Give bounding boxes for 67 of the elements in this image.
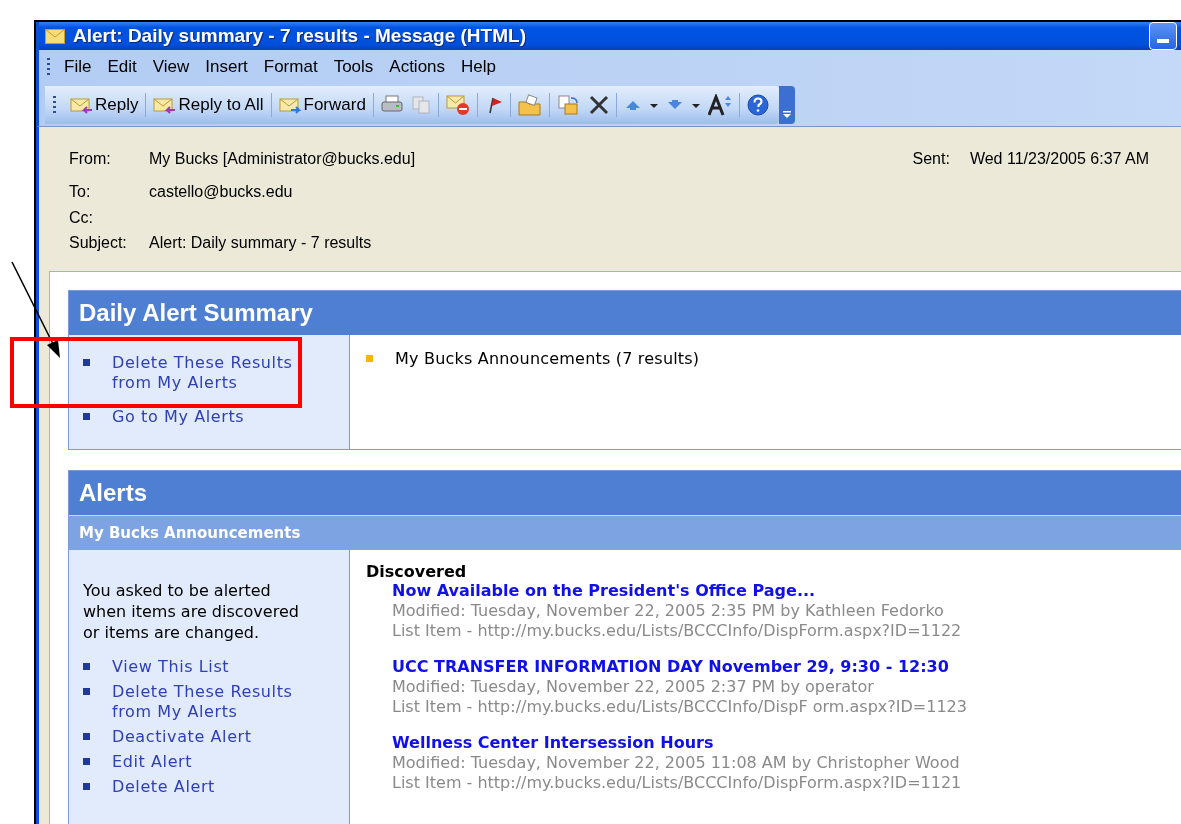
minimize-button[interactable] [1149, 22, 1177, 50]
bullet-icon [83, 413, 90, 420]
bullet-icon [83, 783, 90, 790]
alert-link[interactable]: Delete These Results from My Alerts [112, 353, 298, 393]
result-modified: Modified: Tuesday, November 22, 2005 2:35 PM by Kathleen Fedorko [392, 601, 945, 621]
result-link[interactable]: UCC TRANSFER INFORMATION DAY November 29, 9:30 - 12:30 [392, 657, 1181, 677]
alert-link[interactable]: Go to My Alerts [112, 407, 298, 427]
field-value: Alert: Daily summary - 7 results [149, 233, 373, 253]
menu-item[interactable]: File [60, 57, 104, 77]
reply-button[interactable]: Reply [66, 90, 143, 120]
replyall-button[interactable]: Reply to All [149, 90, 268, 120]
field-label: From: [69, 149, 112, 169]
result-modified: Modified: Tuesday, November 22, 2005 2:37 PM by operator [392, 677, 875, 697]
field-value: castello@bucks.edu [149, 182, 294, 202]
clipboard-icon [556, 94, 581, 116]
panel-subtitle: My Bucks Announcements [69, 515, 1181, 550]
alert-link[interactable]: View This List [112, 657, 298, 677]
field-label: Subject: [69, 233, 128, 253]
bullet-icon [83, 733, 90, 740]
field-label: To: [69, 182, 92, 202]
result-modified: Modified: Tuesday, November 22, 2005 11:08 AM by Christopher Wood [392, 753, 961, 773]
envelope-block-icon [445, 94, 470, 116]
field-label: Cc: [69, 208, 94, 228]
bullet-icon [83, 688, 90, 695]
result-url: List Item - http://my.bucks.edu/Lists/BCCCInfo/DispForm.aspx?ID=1121 [392, 773, 963, 793]
toolbar-options-button[interactable] [778, 86, 795, 124]
summary-item: My Bucks Announcements (7 results) [395, 349, 700, 369]
minimize-icon [1157, 39, 1169, 43]
menu-item[interactable]: Insert [201, 57, 260, 77]
menu-item[interactable]: Help [457, 57, 509, 77]
field-label: Sent: [912, 149, 950, 169]
folder-icon [517, 94, 542, 116]
window-title: Alert: Daily summary - 7 results - Message (HTML) [73, 25, 527, 47]
close-icon [588, 95, 609, 115]
help-icon [746, 94, 769, 116]
field-value: My Bucks [Administrator@bucks.edu] [149, 149, 417, 169]
alert-link[interactable]: Delete These Results from My Alerts [112, 682, 298, 722]
forward-icon [278, 96, 301, 114]
bullet-icon [83, 359, 90, 366]
result-url: List Item - http://my.bucks.edu/Lists/BCCCInfo/DispForm.aspx?ID=1122 [392, 621, 963, 641]
alert-link[interactable]: Delete Alert [112, 777, 298, 797]
reply-all-icon [153, 96, 176, 114]
menu-item[interactable]: Actions [385, 57, 458, 77]
result-link[interactable]: Wellness Center Intersession Hours [392, 733, 1181, 753]
bullet-icon [83, 758, 90, 765]
forward-button[interactable]: Forward [274, 90, 370, 120]
alert-link[interactable]: Deactivate Alert [112, 727, 298, 747]
chevron-icon [782, 111, 791, 119]
copy-icon [410, 95, 431, 115]
bullet-icon [83, 663, 90, 670]
panel-title: Daily Alert Summary [69, 291, 1181, 335]
bullet-icon [366, 355, 373, 362]
field-value: Wed 11/23/2005 6:37 AM [969, 149, 1149, 169]
menu-item[interactable]: Tools [329, 57, 386, 77]
envelope-icon [45, 28, 65, 44]
printer-icon [380, 95, 403, 115]
panel-title: Alerts [69, 471, 1181, 515]
reply-icon [70, 96, 92, 114]
alert-link[interactable]: Edit Alert [112, 752, 298, 772]
result-url: List Item - http://my.bucks.edu/Lists/BCCCInfo/DispF orm.aspx?ID=1123 [392, 697, 968, 717]
font-size-icon [707, 94, 732, 116]
alert-description: You asked to be alerted when items are discovered or items are changed. [83, 580, 300, 643]
section-heading: Discovered [366, 562, 468, 581]
result-link[interactable]: Now Available on the President's Office Page... [392, 581, 1181, 601]
menu-item[interactable]: Format [259, 57, 330, 77]
menu-item[interactable]: View [148, 57, 202, 77]
menu-item[interactable]: Edit [103, 57, 149, 77]
